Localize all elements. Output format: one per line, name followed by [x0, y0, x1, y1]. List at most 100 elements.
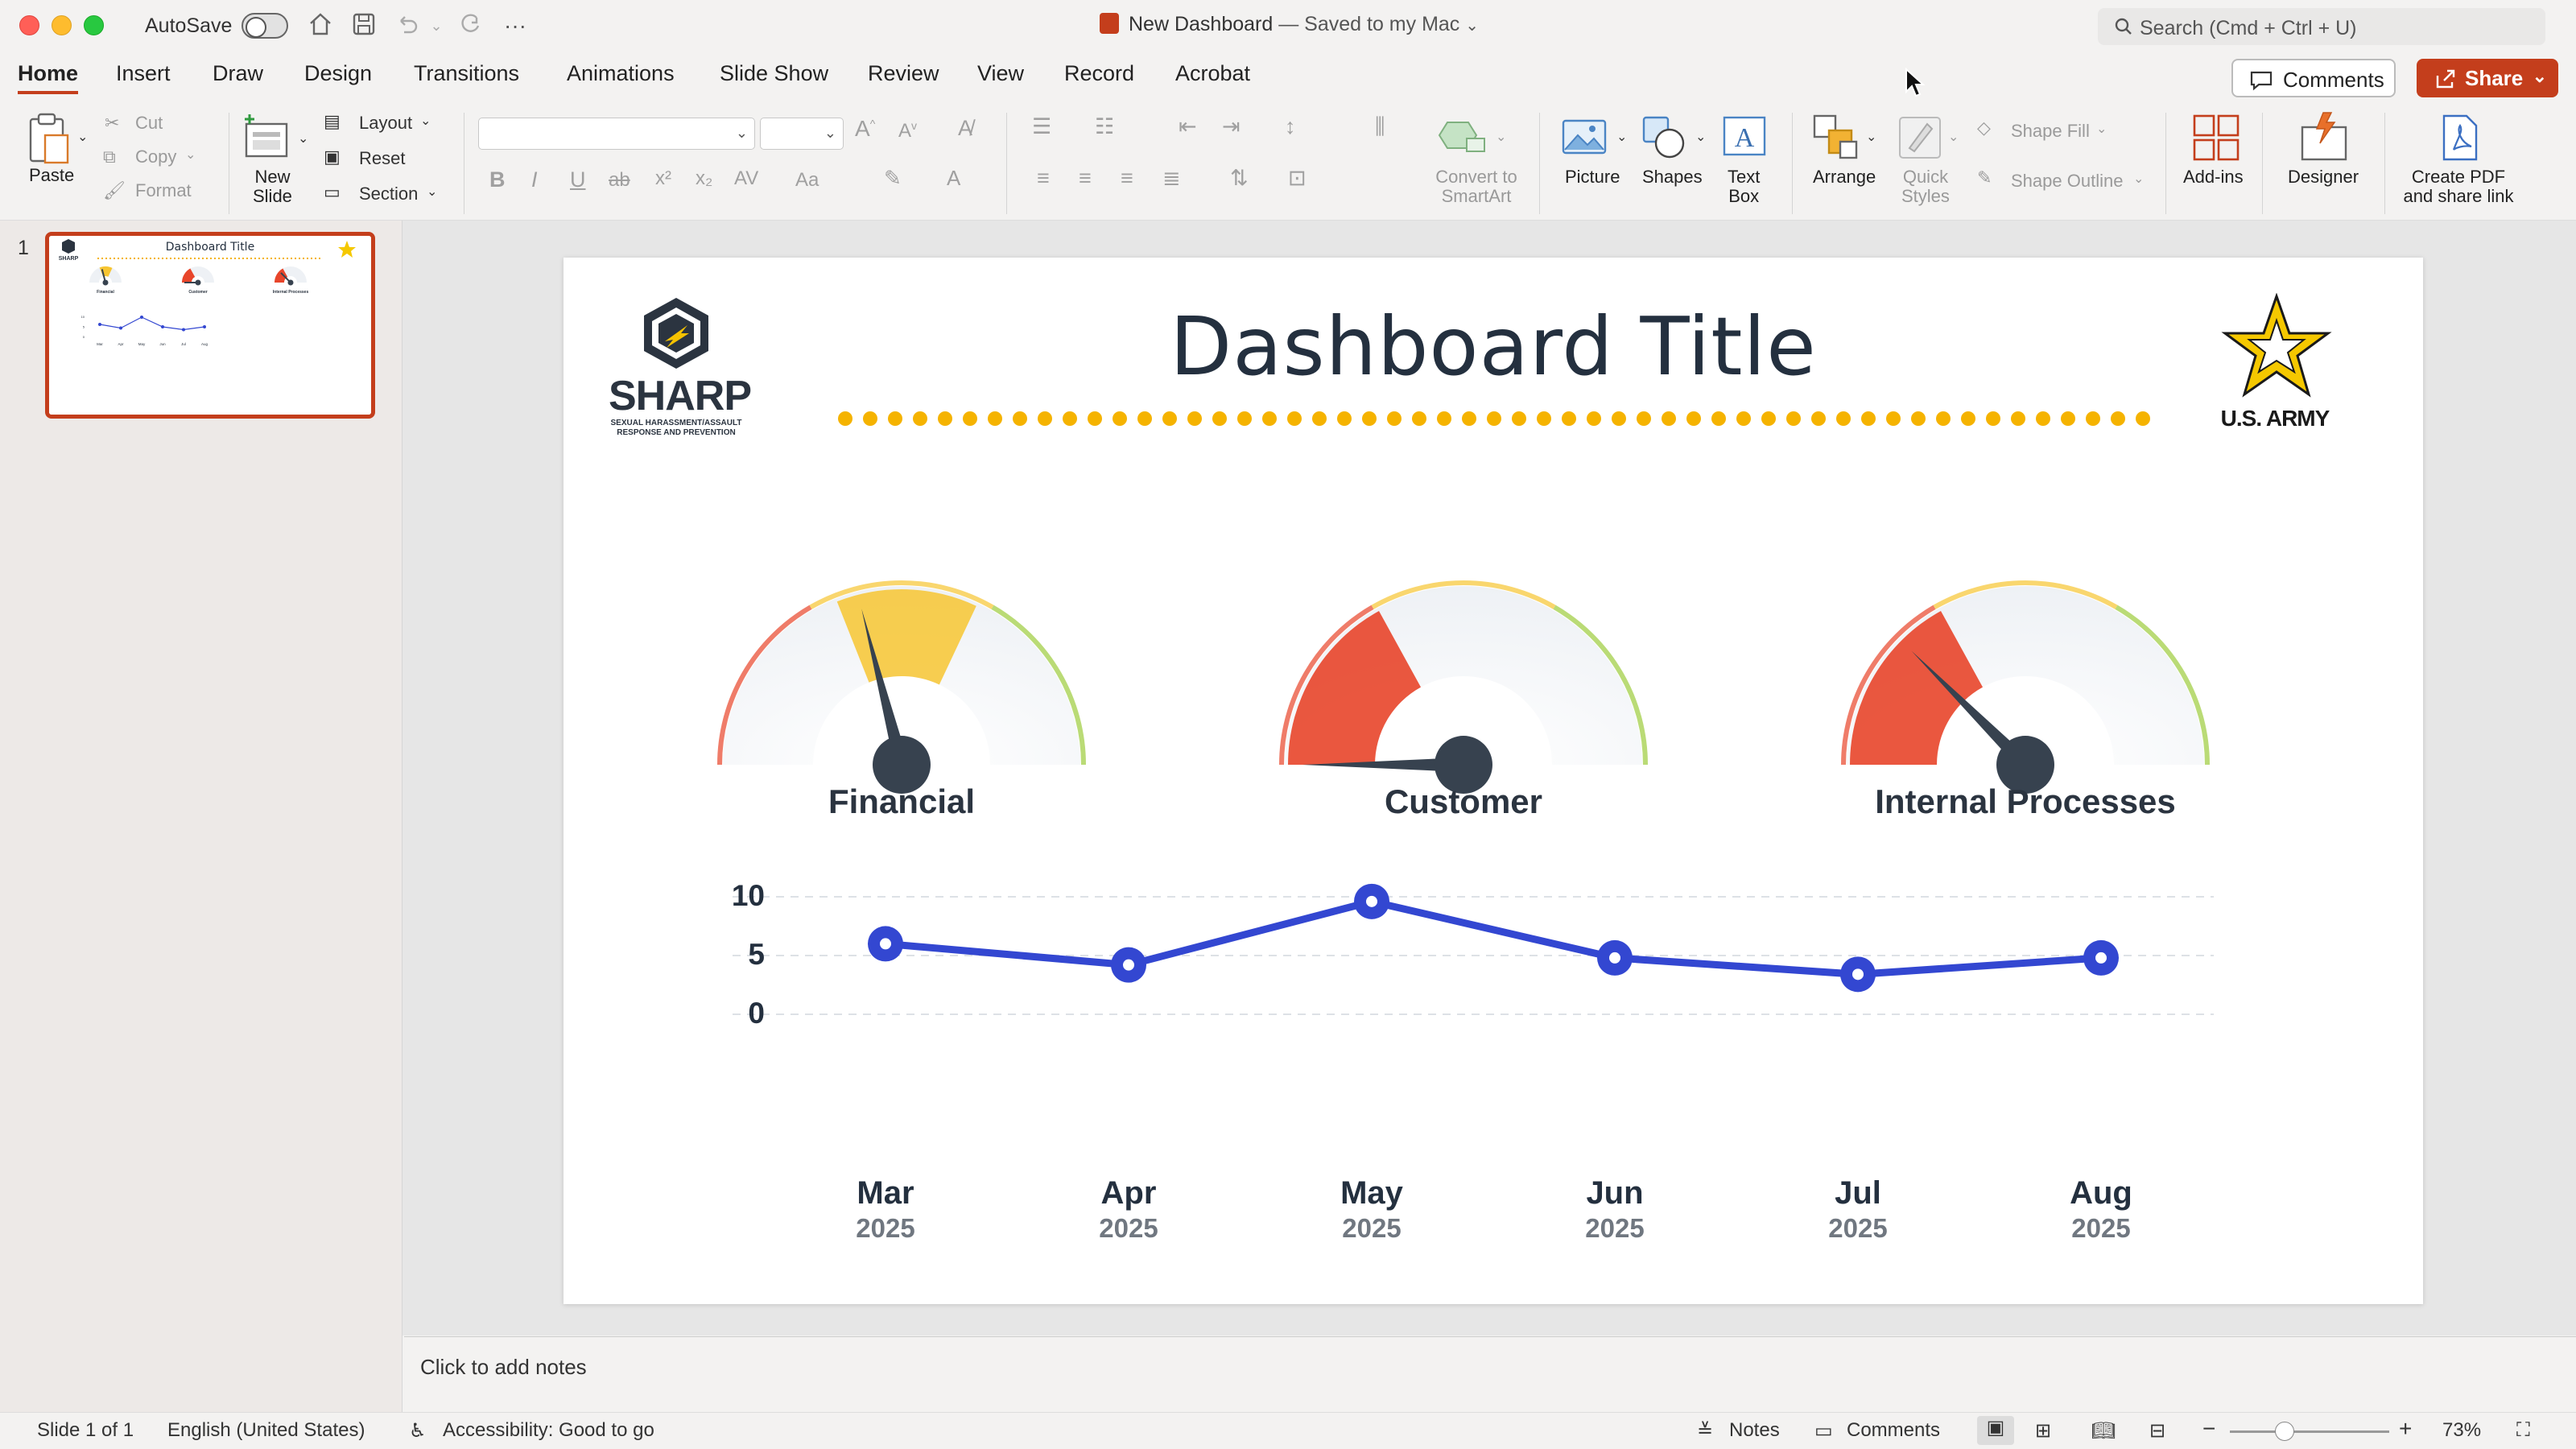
paste-button-label[interactable]: Paste: [29, 166, 74, 185]
fit-to-window-icon[interactable]: ⛶: [2516, 1419, 2530, 1442]
format-painter-button[interactable]: Format: [135, 180, 192, 201]
zoom-slider[interactable]: [2230, 1430, 2389, 1433]
reset-button[interactable]: Reset: [359, 148, 405, 169]
tab-view[interactable]: View: [977, 61, 1024, 91]
decrease-indent-icon[interactable]: ⇤: [1179, 114, 1197, 139]
tab-acrobat[interactable]: Acrobat: [1175, 61, 1250, 91]
minimize-window-button[interactable]: [52, 15, 72, 35]
font-size-select[interactable]: ⌄: [760, 118, 844, 150]
comments-status-button[interactable]: Comments: [1847, 1419, 1940, 1442]
reading-view-icon[interactable]: 📖︎: [2091, 1419, 2116, 1443]
normal-view-icon[interactable]: ▣: [1977, 1416, 2014, 1445]
chevron-down-icon[interactable]: ⌄: [77, 129, 88, 145]
strikethrough-icon[interactable]: ab: [609, 169, 630, 192]
chevron-down-icon[interactable]: ⌄: [427, 184, 437, 200]
align-left-icon[interactable]: ≡: [1037, 166, 1050, 191]
text-direction-icon[interactable]: ⇅: [1230, 166, 1249, 191]
notes-pane[interactable]: Click to add notes: [404, 1336, 2576, 1412]
tab-insert[interactable]: Insert: [116, 61, 171, 91]
arrange-button-label[interactable]: Arrange: [1813, 167, 1876, 187]
maximize-window-button[interactable]: [84, 15, 104, 35]
chevron-down-icon[interactable]: ⌄: [1948, 129, 1959, 145]
close-window-button[interactable]: [19, 15, 39, 35]
paste-icon[interactable]: [24, 111, 72, 167]
slide-canvas[interactable]: SHARP SEXUAL HARASSMENT/ASSAULT RESPONSE…: [564, 258, 2423, 1304]
home-icon[interactable]: [306, 11, 335, 40]
section-button[interactable]: Section: [359, 184, 418, 204]
chevron-down-icon[interactable]: ⌄: [1866, 129, 1876, 145]
text-box-label[interactable]: Text Box: [1728, 167, 1760, 206]
accessibility-status[interactable]: Accessibility: Good to go: [443, 1419, 654, 1442]
zoom-out-icon[interactable]: −: [2202, 1416, 2215, 1442]
chevron-down-icon[interactable]: ⌄: [2533, 66, 2547, 87]
layout-button[interactable]: Layout: [359, 113, 412, 134]
change-case-icon[interactable]: Aa: [795, 169, 819, 192]
quick-styles-icon[interactable]: [1895, 113, 1945, 163]
convert-smartart-label[interactable]: Convert to SmartArt: [1425, 167, 1528, 206]
bullets-icon[interactable]: ☰: [1032, 114, 1051, 139]
decrease-font-size-icon[interactable]: Av: [898, 119, 917, 142]
underline-icon[interactable]: U: [570, 167, 586, 192]
shape-outline-button[interactable]: Shape Outline: [2011, 171, 2123, 192]
share-button[interactable]: Share ⌄: [2417, 59, 2558, 97]
undo-icon[interactable]: [393, 11, 422, 40]
slide-thumbnail[interactable]: SHARP Dashboard Title Financial Customer I…: [45, 232, 375, 419]
document-title[interactable]: New Dashboard — Saved to my Mac ⌄: [1100, 13, 1479, 36]
slide-title[interactable]: Dashboard Title: [564, 299, 2423, 394]
character-spacing-icon[interactable]: AV: [734, 167, 758, 190]
increase-font-size-icon[interactable]: A^: [855, 116, 875, 142]
chevron-down-icon[interactable]: ⌄: [1616, 129, 1627, 145]
chevron-down-icon[interactable]: ⌄: [1496, 129, 1506, 145]
create-pdf-label[interactable]: Create PDF and share link: [2402, 167, 2515, 206]
zoom-in-icon[interactable]: +: [2399, 1416, 2412, 1442]
chevron-down-icon[interactable]: ⌄: [2096, 121, 2107, 137]
add-ins-icon[interactable]: [2191, 113, 2241, 163]
chevron-down-icon[interactable]: ⌄: [420, 113, 431, 129]
add-ins-label[interactable]: Add-ins: [2183, 167, 2244, 187]
highlighter-icon[interactable]: ✎: [884, 166, 902, 191]
chevron-down-icon[interactable]: ⌄: [185, 147, 196, 163]
tab-slide-show[interactable]: Slide Show: [720, 61, 828, 91]
font-color-icon[interactable]: A: [947, 166, 960, 191]
italic-icon[interactable]: I: [531, 167, 538, 192]
line-spacing-icon[interactable]: ↕: [1285, 114, 1296, 139]
tab-design[interactable]: Design: [304, 61, 372, 91]
comments-button[interactable]: Comments: [2231, 59, 2396, 97]
tab-draw[interactable]: Draw: [213, 61, 263, 91]
chevron-down-icon[interactable]: ⌄: [298, 130, 308, 147]
clear-formatting-icon[interactable]: A̸: [958, 116, 972, 141]
designer-label[interactable]: Designer: [2288, 167, 2359, 187]
notes-button[interactable]: Notes: [1729, 1419, 1780, 1442]
new-slide-icon[interactable]: [242, 113, 291, 161]
more-options-icon[interactable]: ···: [501, 11, 530, 40]
tab-home[interactable]: Home: [18, 61, 79, 94]
create-pdf-icon[interactable]: [2436, 113, 2484, 163]
bold-icon[interactable]: B: [489, 167, 506, 192]
slide-show-icon[interactable]: ⊟: [2149, 1419, 2165, 1443]
shapes-icon[interactable]: [1641, 114, 1690, 159]
shapes-button-label[interactable]: Shapes: [1642, 167, 1703, 187]
cut-button[interactable]: Cut: [135, 113, 163, 134]
undo-dropdown-icon[interactable]: ⌄: [422, 11, 451, 40]
new-slide-label[interactable]: New Slide: [253, 167, 292, 206]
tab-animations[interactable]: Animations: [567, 61, 675, 91]
save-icon[interactable]: [349, 11, 378, 40]
align-right-icon[interactable]: ≡: [1121, 166, 1133, 191]
align-center-icon[interactable]: ≡: [1079, 166, 1092, 191]
align-text-icon[interactable]: ⊡: [1288, 166, 1307, 191]
tab-transitions[interactable]: Transitions: [414, 61, 519, 91]
chevron-down-icon[interactable]: ⌄: [2133, 171, 2144, 187]
tab-review[interactable]: Review: [868, 61, 939, 91]
autosave-toggle[interactable]: [242, 13, 288, 39]
slide-sorter-icon[interactable]: ⊞: [2035, 1419, 2051, 1443]
quick-styles-label[interactable]: Quick Styles: [1901, 167, 1950, 206]
arrange-icon[interactable]: [1811, 113, 1861, 163]
chevron-down-icon[interactable]: ⌄: [1695, 129, 1706, 145]
columns-icon[interactable]: ⫼: [1375, 114, 1385, 140]
superscript-icon[interactable]: x²: [655, 167, 671, 190]
copy-button[interactable]: Copy: [135, 147, 176, 167]
font-family-select[interactable]: ⌄: [478, 118, 755, 150]
zoom-slider-thumb[interactable]: [2275, 1422, 2294, 1441]
justify-icon[interactable]: ≣: [1162, 166, 1181, 191]
zoom-level[interactable]: 73%: [2442, 1419, 2481, 1442]
